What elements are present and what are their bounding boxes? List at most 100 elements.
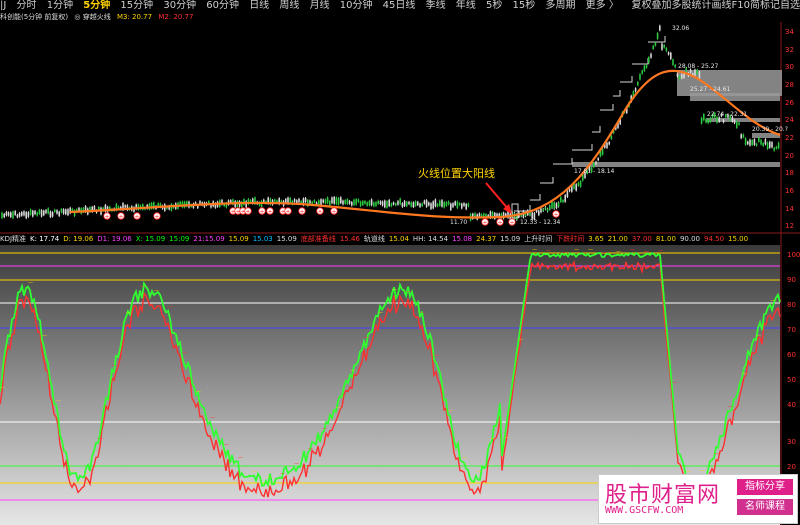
candle-body [608,142,610,145]
candle-body [117,206,120,209]
candle-body [705,119,707,123]
candle-body [538,210,540,216]
tab-45day[interactable]: 45日线 [383,0,416,12]
m2-value: M2: 20.77 [158,13,194,21]
buy-marker: + [284,207,292,215]
candle-body [434,199,437,207]
kdj-tick: 70 [787,326,796,334]
candle-body [289,197,291,203]
candle-body [309,200,311,204]
candle-body [379,201,382,205]
kdj-mark: — [420,310,425,316]
zone-label-high: 32.06 [672,25,689,32]
tab-weekly[interactable]: 周线 [279,0,299,12]
tab-daily[interactable]: 日线 [249,0,269,12]
indicator-name[interactable]: ◎ 穿越火线 [74,13,110,21]
tab-60min[interactable]: 60分钟 [206,0,239,12]
kdj-scale: 100 90 80 70 60 50 40 30 20 [787,251,800,471]
chart-canvas[interactable]: + + + ++ + + + + + + + + + ++ + ++ —————— ——————————————… [0,0,800,525]
kdj-mark: — [490,436,495,442]
price-tick: 24 [785,116,794,124]
candle-body [694,69,696,76]
candle-body [755,143,758,146]
candle-body [408,201,410,205]
kdj-tick: 60 [787,351,796,359]
buy-marker: + [153,212,161,220]
kdj-tick: 50 [787,376,796,384]
tab-30min[interactable]: 30分钟 [163,0,196,12]
candle-body [32,210,34,217]
tab-prev[interactable]: |J [0,0,6,12]
candle-body [326,197,329,204]
tab-timeshare[interactable]: 分时 [17,0,37,12]
buy-marker-sign: + [118,213,123,220]
tab-more[interactable]: 更多 〉 [586,0,619,12]
m3-value: M3: 20.77 [116,13,153,21]
candle-body [27,212,30,217]
candle-body [311,201,313,205]
candle-body [353,199,355,206]
candle-body [443,201,445,208]
site-watermark: 股市财富网 WWW.GSCFW.COM 指标分享 名师课程 [598,474,798,524]
candle-body [370,199,373,206]
zone-label-5: 17.81 - 18.14 [574,168,615,175]
kdj-header-item: 94.50 [703,235,725,243]
buy-marker-sign: + [259,208,264,215]
kdj-mark: — [308,445,313,451]
kdj-tick: 30 [787,438,796,446]
kdj-header-item: 15.03 [252,235,273,243]
kdj-mark: — [140,284,145,290]
candle-body [249,200,252,203]
candle-body [465,203,467,210]
tab-5min[interactable]: 5分钟 [83,0,110,12]
buy-marker-sign: + [331,208,336,215]
zone-label-6: 12.33 - 12.34 [520,219,561,226]
tab-yearly[interactable]: 年线 [456,0,476,12]
candle-body [355,199,357,205]
tab-15min[interactable]: 15分钟 [120,0,153,12]
tab-15sec[interactable]: 15秒 [513,0,536,12]
kdj-mark: — [378,309,383,315]
kdj-mark: — [588,247,593,253]
buy-marker: + [103,212,111,220]
candle-body [606,142,608,148]
candle-body [29,209,32,215]
kdj-mark: — [42,333,47,339]
kdj-mark: — [98,436,103,442]
candle-body [432,201,434,209]
kdj-header-item: 37.00 [631,235,652,243]
tab-multi-period[interactable]: 多周期 [545,0,575,12]
tab-1min[interactable]: 1分钟 [47,0,73,12]
buy-marker-sign: + [509,219,514,226]
kdj-mark: — [70,468,75,474]
tool-menu-text[interactable]: 复权叠加多股统计画线F10简标记自选 [632,0,800,11]
stock-name: 科创能(5分钟 前复权) [0,13,69,21]
candle-body [553,202,555,209]
tab-5sec[interactable]: 5秒 [486,0,502,12]
kdj-tick: 90 [787,276,796,284]
tab-monthly[interactable]: 月线 [310,0,330,12]
candle-body [450,203,452,210]
period-toolbar: |J 分时 1分钟 5分钟 15分钟 30分钟 60分钟 日线 周线 月线 10… [0,0,800,12]
candle-body [663,44,665,48]
buy-marker: + [258,207,266,215]
kdj-header-item: 底部准备线 [300,235,336,243]
tab-quarterly[interactable]: 季线 [426,0,446,12]
price-tick: 22 [785,134,794,142]
candle-body [1,212,3,219]
candle-body [377,200,379,204]
kdj-mark: — [630,246,635,252]
candle-body [340,197,342,204]
kdj-mark: — [294,460,299,466]
candle-body [423,200,426,204]
candle-body [762,142,764,147]
kdj-header-item: K: 17.74 [30,235,60,243]
resistance-zone [690,93,780,101]
candle-body [445,202,448,206]
candle-body [419,203,421,207]
kdj-header-item: 15.08 [452,235,473,243]
kdj-header-item: 21.00 [607,235,628,243]
tab-10min[interactable]: 10分钟 [340,0,373,12]
candle-body [58,211,60,216]
candle-body [700,117,703,124]
